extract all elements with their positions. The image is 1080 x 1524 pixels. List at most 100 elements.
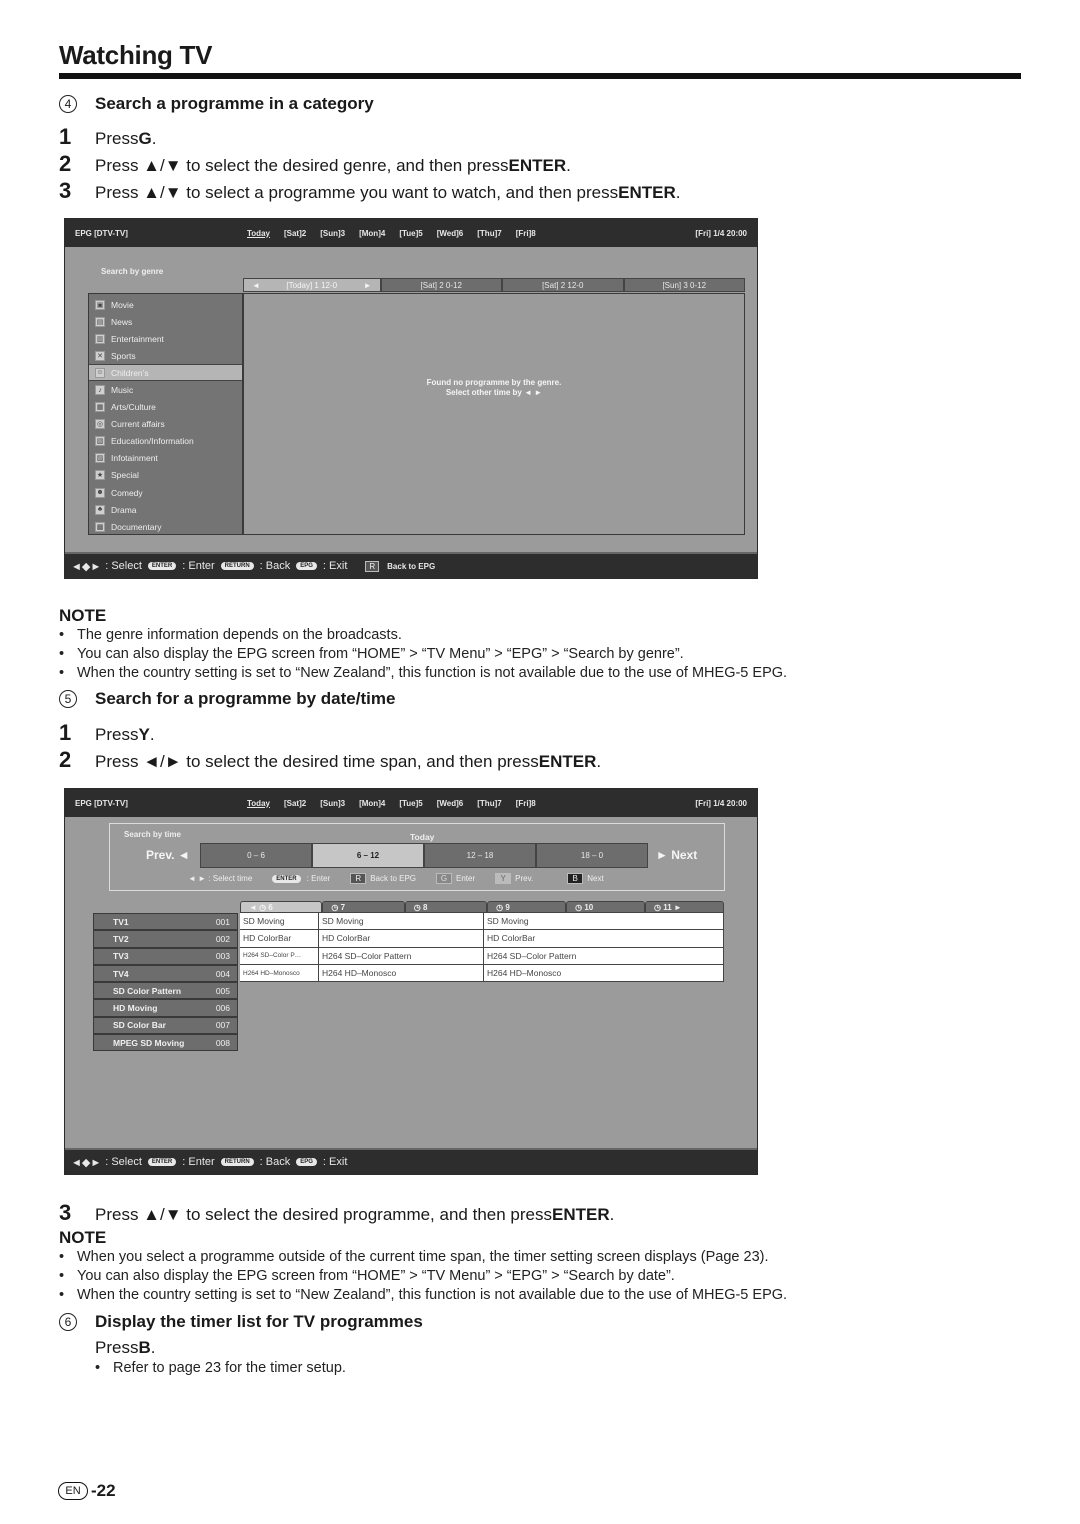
day-tab[interactable]: [Sun]3 xyxy=(320,799,345,808)
day-tab[interactable]: [Mon]4 xyxy=(359,229,385,238)
hour-tab[interactable]: ◷ 8 xyxy=(404,901,488,913)
programme-cell[interactable]: H264 HD–Monosco xyxy=(240,964,319,982)
hour-tab[interactable]: ◷ 10 xyxy=(566,901,646,913)
genre-item-arts[interactable]: ▦ Arts/Culture xyxy=(89,399,242,416)
no-programme-message: Found no programme by the genre. Select … xyxy=(426,378,562,397)
time-slot[interactable]: 18 – 0 xyxy=(536,843,648,868)
day-tab[interactable]: [Wed]6 xyxy=(437,229,464,238)
programme-row: H264 SD–Color P… H264 SD–Color Pattern H… xyxy=(240,947,724,965)
programme-cell[interactable]: H264 SD–Color Pattern xyxy=(319,947,484,964)
genre-item-education[interactable]: ▧ Education/Information xyxy=(89,433,242,450)
epg-clock: [Fri] 1/4 20:00 xyxy=(695,798,747,808)
day-tab[interactable]: [Thu]7 xyxy=(477,229,501,238)
infotainment-icon: ▨ xyxy=(95,453,105,464)
next-button[interactable]: ► Next xyxy=(656,848,697,862)
current-affairs-icon: ◎ xyxy=(95,419,105,430)
documentary-icon: ▩ xyxy=(95,521,105,532)
genre-item-news[interactable]: ▤ News xyxy=(89,313,242,330)
day-tab[interactable]: [Tue]5 xyxy=(399,799,422,808)
s4-step-1: 1 Press G. xyxy=(59,124,157,149)
s4-step-3: 3 Press ▲/▼ to select a programme you wan… xyxy=(59,178,681,203)
programme-cell[interactable]: HD ColorBar xyxy=(240,930,319,947)
programme-cell[interactable]: H264 SD–Color P… xyxy=(240,947,319,964)
note-item: You can also display the EPG screen from… xyxy=(59,1268,675,1284)
channel-row[interactable]: MPEG SD Moving 008 xyxy=(93,1034,238,1052)
programme-row: H264 HD–Monosco H264 HD–Monosco H264 HD–… xyxy=(240,964,724,983)
genre-list: ▣ Movie ▤ News ▥ Entertainment ✕ Sports ☺ Chi… xyxy=(88,293,243,535)
channel-row[interactable]: TV1 001 xyxy=(93,913,238,931)
day-tab[interactable]: [Sun]3 xyxy=(320,229,345,238)
date-tab-active[interactable]: ◄ [Today] 1 12-0 ► xyxy=(243,278,381,292)
arts-icon: ▦ xyxy=(95,402,105,413)
day-tab[interactable]: Today xyxy=(247,229,270,238)
left-arrow-icon: ◄ xyxy=(252,280,260,290)
genre-item-sports[interactable]: ✕ Sports xyxy=(89,347,242,364)
channel-row[interactable]: TV3 003 xyxy=(93,947,238,965)
programme-cell[interactable]: HD ColorBar xyxy=(319,930,484,947)
note-item: When the country setting is set to “New … xyxy=(59,1287,787,1303)
channel-row[interactable]: SD Color Pattern 005 xyxy=(93,982,238,1000)
section-number-badge: 6 xyxy=(59,1313,77,1331)
time-slot[interactable]: 0 – 6 xyxy=(200,843,312,868)
day-tab[interactable]: [Mon]4 xyxy=(359,799,385,808)
genre-item-documentary[interactable]: ▩ Documentary xyxy=(89,518,242,535)
genre-item-movie[interactable]: ▣ Movie xyxy=(89,296,242,313)
hour-tab[interactable]: ◷ 7 xyxy=(322,901,405,913)
channel-row[interactable]: HD Moving 006 xyxy=(93,999,238,1017)
movie-icon: ▣ xyxy=(95,299,105,310)
day-tab[interactable]: Today xyxy=(247,799,270,808)
date-tab[interactable]: [Sun] 3 0-12 xyxy=(623,278,745,292)
epg-top-bar: EPG [DTV-TV] Today [Sat]2 [Sun]3 [Mon]4 … xyxy=(65,219,757,247)
genre-item-current-affairs[interactable]: ◎ Current affairs xyxy=(89,416,242,433)
channel-row[interactable]: TV2 002 xyxy=(93,930,238,948)
genre-item-entertainment[interactable]: ▥ Entertainment xyxy=(89,330,242,347)
time-slot[interactable]: 12 – 18 xyxy=(424,843,536,868)
day-tab[interactable]: [Thu]7 xyxy=(477,799,501,808)
note-title: NOTE xyxy=(59,1228,107,1247)
genre-item-drama[interactable]: ♣ Drama xyxy=(89,501,242,518)
channel-row[interactable]: SD Color Bar 007 xyxy=(93,1016,238,1035)
programme-cell[interactable]: H264 HD–Monosco xyxy=(319,964,484,982)
genre-item-special[interactable]: ★ Special xyxy=(89,467,242,484)
section-4-heading: 4 Search a programme in a category xyxy=(59,94,374,114)
section-number-badge: 4 xyxy=(59,95,77,113)
epg-footer: ◄◆► : Select ENTER : Enter RETURN : Back… xyxy=(65,552,757,578)
section-5-title: Search for a programme by date/time xyxy=(95,689,396,708)
genre-item-childrens[interactable]: ☺ Children’s xyxy=(89,364,242,382)
page-number: EN -22 xyxy=(58,1481,116,1501)
epg-app-title: EPG [DTV-TV] xyxy=(75,228,128,238)
date-tab[interactable]: [Sat] 2 12-0 xyxy=(502,278,624,292)
programme-grid: SD Moving SD Moving SD Moving HD ColorBa… xyxy=(240,913,724,983)
epg-clock: [Fri] 1/4 20:00 xyxy=(695,228,747,238)
sports-icon: ✕ xyxy=(95,350,105,361)
g-key-icon: G xyxy=(436,873,453,884)
prev-button[interactable]: Prev. ◄ xyxy=(146,848,190,862)
date-tab[interactable]: [Sat] 2 0-12 xyxy=(380,278,502,292)
day-tab[interactable]: [Fri]8 xyxy=(516,229,536,238)
hour-tab[interactable]: ◷ 9 xyxy=(487,901,567,913)
programme-cell[interactable]: HD ColorBar xyxy=(484,930,724,947)
genre-item-music[interactable]: ♪ Music xyxy=(89,381,242,398)
day-tab[interactable]: [Wed]6 xyxy=(437,799,464,808)
time-slot-selected[interactable]: 6 – 12 xyxy=(312,843,424,868)
hour-tab-selected[interactable]: ◄ ◷ 6 xyxy=(240,901,323,913)
genre-item-infotainment[interactable]: ▨ Infotainment xyxy=(89,450,242,467)
programme-cell[interactable]: SD Moving xyxy=(319,913,484,930)
s4-step-2: 2 Press ▲/▼ to select the desired genre, … xyxy=(59,151,571,176)
channel-row[interactable]: TV4 004 xyxy=(93,964,238,983)
day-tab[interactable]: [Sat]2 xyxy=(284,799,306,808)
day-tab[interactable]: [Tue]5 xyxy=(399,229,422,238)
hour-tab[interactable]: ◷ 11 ► xyxy=(645,901,724,913)
programme-cell[interactable]: SD Moving xyxy=(484,913,724,930)
day-tab[interactable]: [Sat]2 xyxy=(284,229,306,238)
s5-step-1: 1 Press Y. xyxy=(59,720,155,745)
genre-item-comedy[interactable]: ☻ Comedy xyxy=(89,484,242,501)
programme-cell[interactable]: H264 SD–Color Pattern xyxy=(484,947,724,964)
education-icon: ▧ xyxy=(95,436,105,447)
back-to-epg-label[interactable]: Back to EPG xyxy=(387,562,435,571)
special-icon: ★ xyxy=(95,470,105,481)
channel-list: TV1 001 TV2 002 TV3 003 TV4 004 SD Color Pat… xyxy=(93,913,238,1052)
programme-cell[interactable]: SD Moving xyxy=(240,913,319,930)
day-tab[interactable]: [Fri]8 xyxy=(516,799,536,808)
programme-cell[interactable]: H264 HD–Monosco xyxy=(484,964,724,982)
